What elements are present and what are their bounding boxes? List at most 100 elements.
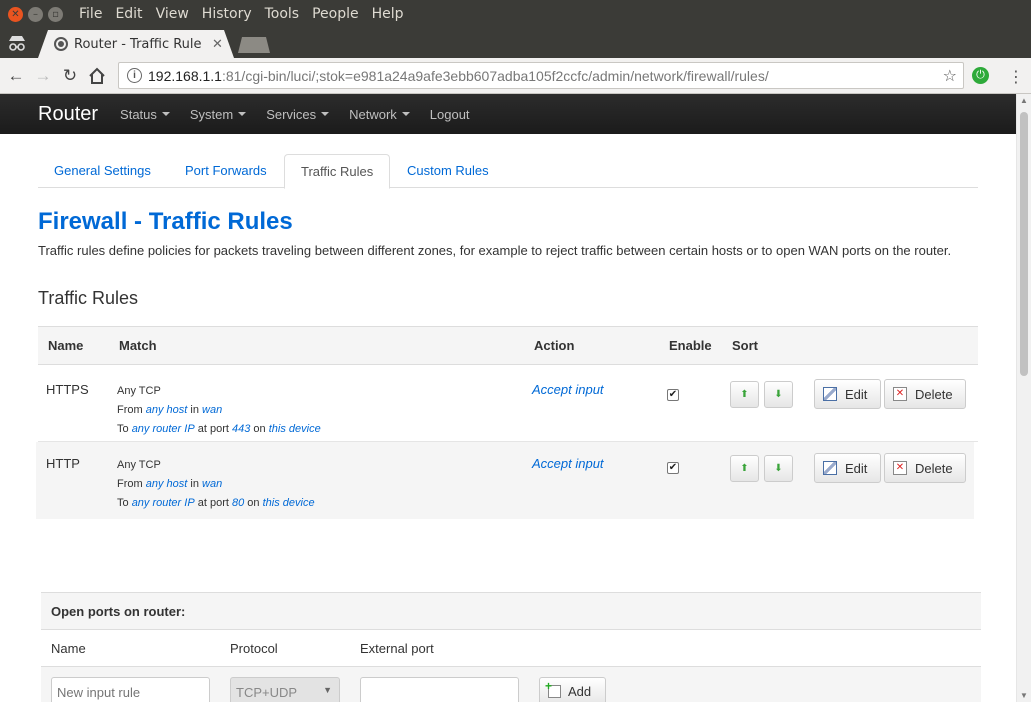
from-host: any host bbox=[145, 404, 188, 416]
rule-name: HTTP bbox=[46, 456, 80, 471]
nav-network-label: Network bbox=[349, 106, 397, 122]
delete-button[interactable]: ✕ Delete bbox=[884, 379, 966, 409]
edit-icon bbox=[823, 461, 837, 475]
browser-menu-icon[interactable]: ⋮ bbox=[1008, 67, 1024, 87]
forward-arrow-icon[interactable]: → bbox=[32, 65, 54, 87]
scroll-up-icon[interactable]: ▲ bbox=[1020, 96, 1028, 105]
nav-services-label: Services bbox=[266, 106, 317, 122]
nav-status-label: Status bbox=[120, 106, 157, 122]
rule-match: Any TCP From any host in wan To any rout… bbox=[117, 456, 315, 513]
nav-services[interactable]: Services bbox=[266, 106, 330, 122]
rule-to: To any router IP at port 443 on this dev… bbox=[117, 420, 321, 439]
from-host: any host bbox=[145, 478, 188, 490]
nav-status[interactable]: Status bbox=[120, 107, 170, 122]
on-label: on bbox=[247, 497, 260, 509]
delete-label: Delete bbox=[915, 386, 953, 402]
new-tab-button[interactable] bbox=[238, 37, 270, 53]
move-down-button[interactable]: ⬇ bbox=[764, 455, 793, 482]
protocol-value: TCP+UDP bbox=[236, 685, 298, 700]
delete-button[interactable]: ✕ Delete bbox=[884, 453, 966, 483]
menu-bar: File Edit View History Tools People Help bbox=[79, 6, 417, 22]
table-header: Name Match Action Enable Sort bbox=[38, 327, 978, 365]
nav-system[interactable]: System bbox=[189, 106, 247, 122]
enable-checkbox[interactable]: ✔ bbox=[667, 389, 679, 401]
brand-logo[interactable]: Router bbox=[38, 103, 98, 126]
tab-custom-rules[interactable]: Custom Rules bbox=[391, 154, 505, 188]
tab-general-settings[interactable]: General Settings bbox=[38, 154, 167, 188]
minimize-window-button[interactable]: – bbox=[28, 6, 43, 22]
to-device: this device bbox=[262, 497, 315, 509]
edit-label: Edit bbox=[845, 386, 868, 402]
col-action: Action bbox=[534, 338, 575, 353]
move-up-button[interactable]: ⬆ bbox=[730, 455, 759, 482]
chevron-down-icon bbox=[321, 112, 330, 116]
external-port-input[interactable] bbox=[360, 677, 519, 702]
table-row: HTTP Any TCP From any host in wan To any… bbox=[36, 442, 974, 519]
tab-traffic-rules[interactable]: Traffic Rules bbox=[284, 154, 391, 189]
nav-logout[interactable]: Logout bbox=[430, 107, 470, 122]
site-info-icon[interactable]: i bbox=[127, 68, 142, 83]
bookmark-star-icon[interactable]: ☆ bbox=[943, 66, 957, 86]
edit-icon bbox=[823, 387, 837, 401]
arrow-down-icon: ⬇ bbox=[774, 463, 783, 474]
scrollbar-thumb[interactable] bbox=[1020, 112, 1028, 376]
tab-port-forwards[interactable]: Port Forwards bbox=[169, 154, 283, 188]
move-up-button[interactable]: ⬆ bbox=[730, 381, 759, 408]
to-ip: any router IP bbox=[131, 423, 195, 435]
window-titlebar: ✕ – ▫ File Edit View History Tools Peopl… bbox=[0, 0, 1031, 28]
col-external-port: External port bbox=[360, 641, 434, 656]
from-label: From bbox=[117, 478, 143, 490]
extension-power-icon[interactable]: ⏻ bbox=[972, 67, 989, 84]
arrow-up-icon: ⬆ bbox=[740, 463, 749, 474]
from-zone: wan bbox=[202, 404, 223, 416]
reload-icon[interactable]: ↻ bbox=[59, 65, 81, 87]
menu-tools[interactable]: Tools bbox=[265, 6, 300, 22]
move-down-button[interactable]: ⬇ bbox=[764, 381, 793, 408]
menu-file[interactable]: File bbox=[79, 6, 102, 22]
delete-label: Delete bbox=[915, 460, 953, 476]
edit-button[interactable]: Edit bbox=[814, 379, 881, 409]
tab-close-icon[interactable]: ✕ bbox=[212, 36, 223, 52]
menu-edit[interactable]: Edit bbox=[115, 6, 142, 22]
browser-tab-active[interactable]: Router - Traffic Rule ✕ bbox=[38, 30, 234, 58]
new-rule-name-input[interactable] bbox=[51, 677, 210, 702]
to-port: 443 bbox=[231, 423, 251, 435]
on-label: on bbox=[253, 423, 266, 435]
rule-name: HTTPS bbox=[46, 382, 89, 397]
page-scrollbar[interactable]: ▲ ▼ bbox=[1016, 94, 1031, 702]
address-bar[interactable]: i 192.168.1.1:81/cgi-bin/luci/;stok=e981… bbox=[118, 62, 964, 89]
add-button[interactable]: Add bbox=[539, 677, 606, 702]
to-label: To bbox=[117, 423, 129, 435]
rule-protocol: Any TCP bbox=[117, 385, 161, 397]
add-label: Add bbox=[568, 684, 592, 699]
browser-tab-bar: Router - Traffic Rule ✕ bbox=[0, 28, 1031, 58]
menu-view[interactable]: View bbox=[156, 6, 189, 22]
rule-action: Accept input bbox=[532, 382, 604, 397]
home-icon[interactable] bbox=[86, 65, 108, 87]
to-port: 80 bbox=[231, 497, 245, 509]
browser-toolbar: ← → ↻ i 192.168.1.1:81/cgi-bin/luci/;sto… bbox=[0, 58, 1031, 94]
in-label: in bbox=[190, 478, 199, 490]
col-name: Name bbox=[48, 338, 84, 353]
back-arrow-icon[interactable]: ← bbox=[5, 65, 27, 87]
delete-icon: ✕ bbox=[893, 387, 907, 401]
enable-checkbox[interactable]: ✔ bbox=[667, 462, 679, 474]
protocol-select[interactable]: TCP+UDP ▼ bbox=[230, 677, 340, 702]
arrow-up-icon: ⬆ bbox=[740, 389, 749, 400]
menu-people[interactable]: People bbox=[312, 6, 359, 22]
delete-icon: ✕ bbox=[893, 461, 907, 475]
close-window-button[interactable]: ✕ bbox=[8, 6, 23, 22]
open-ports-form-row: TCP+UDP ▼ Add bbox=[41, 667, 981, 702]
nav-network[interactable]: Network bbox=[349, 107, 410, 122]
col-protocol: Protocol bbox=[230, 641, 278, 656]
nav-system-label: System bbox=[189, 106, 234, 122]
edit-button[interactable]: Edit bbox=[814, 453, 881, 483]
scroll-down-icon[interactable]: ▼ bbox=[1020, 691, 1028, 700]
col-enable: Enable bbox=[669, 338, 712, 353]
from-label: From bbox=[117, 404, 143, 416]
maximize-window-button[interactable]: ▫ bbox=[48, 6, 63, 22]
col-name: Name bbox=[51, 641, 86, 656]
menu-help[interactable]: Help bbox=[372, 6, 404, 22]
add-icon bbox=[545, 679, 561, 698]
menu-history[interactable]: History bbox=[202, 6, 252, 22]
